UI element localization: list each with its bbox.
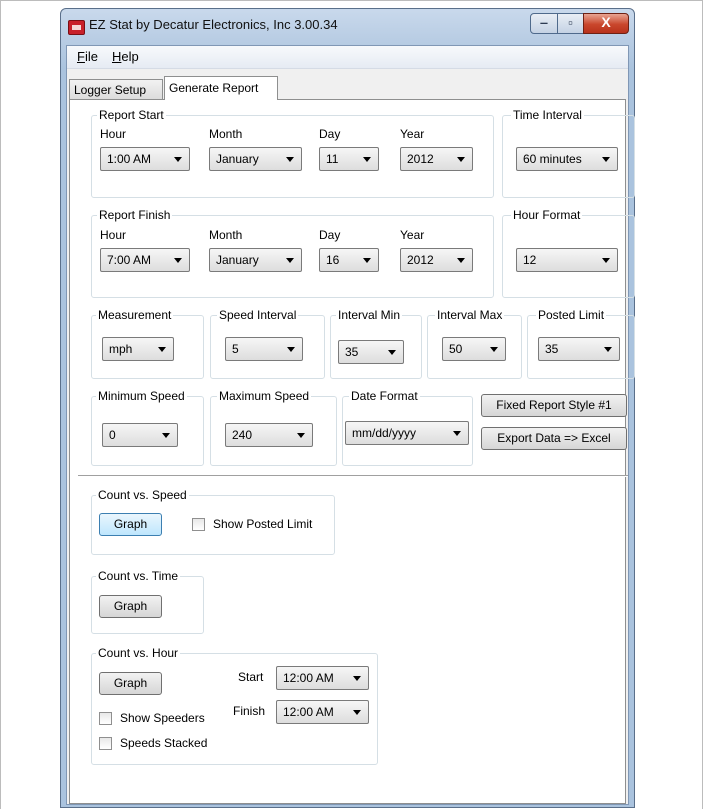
posted-limit-select[interactable]: 35 [538,337,620,361]
generate-report-panel: Report Start Hour 1:00 AM Month January … [69,99,635,804]
chevron-down-icon [457,258,465,263]
chevron-down-icon [287,347,295,352]
window-title: EZ Stat by Decatur Electronics, Inc 3.00… [89,17,338,32]
start-month-label: Month [209,127,243,141]
count-vs-speed-legend: Count vs. Speed [96,488,189,502]
finish-year-label: Year [400,228,425,242]
interval-max-legend: Interval Max [435,308,505,322]
tab-logger-setup[interactable]: Logger Setup [69,79,163,99]
time-interval-legend: Time Interval [511,108,584,122]
start-hour-select[interactable]: 1:00 AM [100,147,190,171]
app-icon [68,20,85,35]
interval-min-select[interactable]: 35 [338,340,404,364]
close-icon: X [601,14,611,30]
title-bar[interactable]: EZ Stat by Decatur Electronics, Inc 3.00… [61,9,634,45]
chevron-down-icon [353,676,361,681]
chevron-down-icon [388,350,396,355]
speed-interval-legend: Speed Interval [217,308,299,322]
app-window: EZ Stat by Decatur Electronics, Inc 3.00… [60,8,635,808]
minimum-speed-select[interactable]: 0 [102,423,178,447]
export-excel-button[interactable]: Export Data => Excel [481,427,627,450]
measurement-select[interactable]: mph [102,337,174,361]
chevron-down-icon [363,258,371,263]
hour-finish-select[interactable]: 12:00 AM [276,700,369,724]
hour-format-select[interactable]: 12 [516,248,618,272]
start-month-select[interactable]: January [209,147,302,171]
chevron-down-icon [453,431,461,436]
minimize-icon: ‒ [540,15,548,30]
minimum-speed-legend: Minimum Speed [96,389,187,403]
maximize-icon: ▫ [568,15,573,30]
chevron-down-icon [457,157,465,162]
show-posted-limit-label: Show Posted Limit [213,517,313,531]
finish-month-select[interactable]: January [209,248,302,272]
posted-limit-legend: Posted Limit [536,308,607,322]
count-vs-hour-graph-button[interactable]: Graph [99,672,162,695]
finish-day-label: Day [319,228,341,242]
count-vs-time-graph-button[interactable]: Graph [99,595,162,618]
speeds-stacked-checkbox[interactable] [99,737,112,750]
hour-start-select[interactable]: 12:00 AM [276,666,369,690]
menu-file[interactable]: File [77,49,98,64]
count-vs-time-legend: Count vs. Time [96,569,181,583]
menu-bar: File Help [67,46,628,69]
hour-finish-label: Finish [233,704,266,718]
chevron-down-icon [602,258,610,263]
date-format-legend: Date Format [349,389,420,403]
interval-min-legend: Interval Min [336,308,403,322]
finish-month-label: Month [209,228,243,242]
show-speeders-checkbox[interactable] [99,712,112,725]
count-vs-speed-graph-button[interactable]: Graph [99,513,162,536]
hour-format-legend: Hour Format [511,208,583,222]
date-format-select[interactable]: mm/dd/yyyy [345,421,469,445]
finish-hour-select[interactable]: 7:00 AM [100,248,190,272]
measurement-legend: Measurement [96,308,174,322]
report-finish-legend: Report Finish [97,208,173,222]
chevron-down-icon [286,157,294,162]
finish-day-select[interactable]: 16 [319,248,379,272]
tab-generate-report[interactable]: Generate Report [164,76,278,100]
minimize-button[interactable]: ‒ [530,13,558,34]
start-day-select[interactable]: 11 [319,147,379,171]
maximum-speed-legend: Maximum Speed [217,389,312,403]
chevron-down-icon [297,433,305,438]
chevron-down-icon [162,433,170,438]
chevron-down-icon [490,347,498,352]
fixed-report-style-button[interactable]: Fixed Report Style #1 [481,394,627,417]
start-hour-label: Hour [100,127,127,141]
show-speeders-label: Show Speeders [120,711,205,725]
chevron-down-icon [158,347,166,352]
maximum-speed-select[interactable]: 240 [225,423,313,447]
show-posted-limit-checkbox[interactable] [192,518,205,531]
close-button[interactable]: X [583,13,629,34]
chevron-down-icon [604,347,612,352]
finish-year-select[interactable]: 2012 [400,248,473,272]
speeds-stacked-label: Speeds Stacked [120,736,208,750]
speed-interval-select[interactable]: 5 [225,337,303,361]
interval-max-select[interactable]: 50 [442,337,506,361]
time-interval-select[interactable]: 60 minutes [516,147,618,171]
client-area: File Help Logger Setup Generate Report R… [66,45,635,805]
chevron-down-icon [363,157,371,162]
start-year-label: Year [400,127,425,141]
start-year-select[interactable]: 2012 [400,147,473,171]
finish-hour-label: Hour [100,228,127,242]
separator-line [78,475,628,477]
chevron-down-icon [602,157,610,162]
count-vs-hour-legend: Count vs. Hour [96,646,181,660]
chevron-down-icon [174,258,182,263]
menu-help[interactable]: Help [112,49,139,64]
chevron-down-icon [174,157,182,162]
report-start-legend: Report Start [97,108,166,122]
start-day-label: Day [319,127,341,141]
maximize-button[interactable]: ▫ [557,13,584,34]
chevron-down-icon [353,710,361,715]
hour-start-label: Start [238,670,264,684]
chevron-down-icon [286,258,294,263]
